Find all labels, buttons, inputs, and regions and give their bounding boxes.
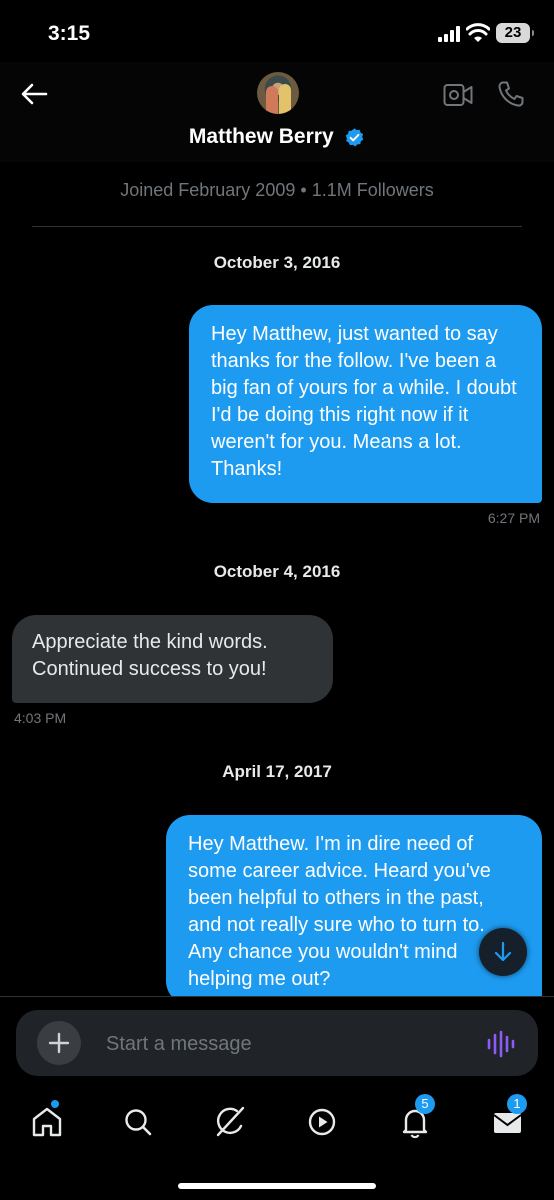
sent-message-bubble[interactable]: Hey Matthew, just wanted to say thanks f… (189, 305, 542, 503)
phone-call-icon[interactable] (497, 80, 525, 108)
nav-grok[interactable] (210, 1102, 250, 1142)
arrow-down-icon (494, 941, 512, 962)
message-input[interactable] (104, 1028, 468, 1060)
plus-icon (48, 1032, 70, 1054)
contact-name: Matthew Berry (188, 125, 334, 148)
video-play-icon (308, 1108, 336, 1136)
back-arrow-icon[interactable] (18, 78, 50, 110)
home-icon (32, 1107, 62, 1137)
nav-notifications[interactable]: 5 (395, 1094, 435, 1142)
battery-indicator: 23 (496, 23, 534, 43)
scroll-to-bottom-button[interactable] (479, 928, 527, 976)
composer-bar (0, 996, 554, 1091)
divider (32, 226, 522, 227)
date-separator: April 17, 2017 (222, 762, 332, 781)
home-indicator[interactable] (178, 1183, 376, 1189)
contact-name-row[interactable]: Matthew Berry (0, 125, 554, 149)
message-composer (16, 1010, 538, 1076)
status-bar: 3:15 23 (0, 0, 554, 62)
avatar-photo-person (279, 84, 291, 114)
date-separator: October 4, 2016 (213, 562, 341, 581)
notification-badge: 5 (415, 1094, 435, 1114)
search-icon (125, 1109, 152, 1136)
sent-message-bubble[interactable]: Hey Matthew. I'm in dire need of some ca… (166, 815, 542, 1005)
date-separator: October 3, 2016 (213, 253, 341, 272)
nav-video[interactable] (302, 1102, 342, 1142)
conversation-header: Matthew Berry (0, 62, 554, 162)
avatar[interactable] (257, 72, 299, 114)
cellular-signal-icon (438, 26, 460, 42)
received-message-bubble[interactable]: Appreciate the kind words. Continued suc… (12, 615, 333, 703)
profile-meta: Joined February 2009 • 1.1M Followers (0, 180, 554, 201)
add-attachment-button[interactable] (37, 1021, 81, 1065)
wifi-icon (466, 23, 490, 42)
joined-date: Joined February 2009 (120, 180, 296, 200)
nav-search[interactable] (118, 1102, 158, 1142)
nav-home[interactable] (27, 1100, 67, 1142)
verified-badge-icon (345, 127, 364, 147)
notification-dot (51, 1100, 59, 1108)
voice-message-icon[interactable] (486, 1030, 516, 1058)
follower-count: 1.1M Followers (311, 180, 434, 200)
meta-separator: • (300, 180, 307, 200)
avatar-photo-person (266, 86, 278, 114)
nav-messages[interactable]: 1 (487, 1094, 527, 1142)
grok-icon (216, 1106, 245, 1137)
message-timestamp: 6:27 PM (487, 510, 540, 526)
message-timestamp: 4:03 PM (14, 710, 67, 726)
video-call-icon[interactable] (443, 82, 473, 108)
status-time: 3:15 (48, 22, 91, 45)
message-badge: 1 (507, 1094, 527, 1114)
